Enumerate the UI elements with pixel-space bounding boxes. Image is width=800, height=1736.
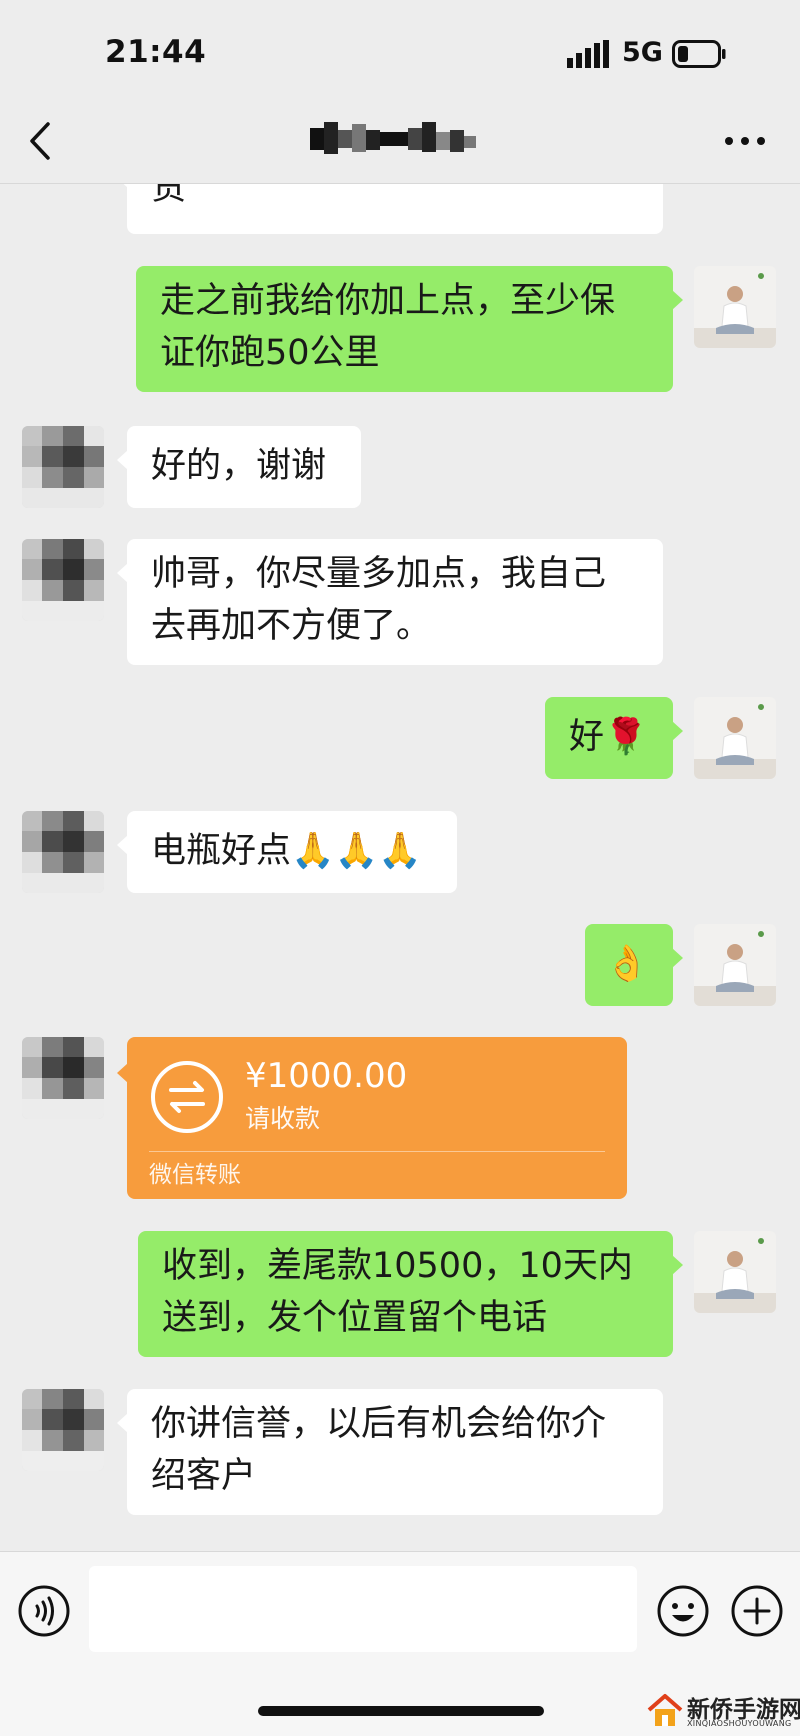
network-type: 5G — [622, 37, 663, 68]
watermark-subtext: XINQIAOSHOUYOUWANG — [687, 1719, 792, 1728]
emoji-icon[interactable] — [656, 1584, 710, 1638]
transfer-status: 请收款 — [245, 1104, 321, 1133]
battery-icon — [672, 40, 726, 68]
contact-avatar[interactable] — [22, 1389, 104, 1471]
message-bubble-outgoing[interactable]: 收到，差尾款10500，10天内送到，发个位置留个电话 — [138, 1231, 683, 1357]
message-bubble-outgoing[interactable]: 好🌹 — [545, 697, 683, 779]
message-bubble-outgoing[interactable]: 👌 — [585, 924, 683, 1006]
signal-icon — [567, 40, 609, 68]
contact-avatar[interactable] — [22, 1037, 104, 1119]
message-bubble-incoming[interactable]: 帅哥，你尽量多加点，我自己去再加不方便了。 — [117, 539, 663, 665]
back-icon[interactable] — [22, 118, 62, 164]
message-text: 好的，谢谢 — [151, 446, 327, 486]
message-bubble-incoming[interactable]: 电瓶好点🙏🙏🙏 — [117, 811, 457, 893]
transfer-label: 微信转账 — [149, 1162, 241, 1188]
message-list[interactable]: 货 走之前我给你加上点，至少保证你跑50公里 好的，谢谢 帅哥，你尽量多加点，我… — [0, 184, 800, 1551]
message-text: 货 — [151, 184, 187, 208]
message-text: 好🌹 — [569, 717, 648, 757]
my-avatar[interactable] — [694, 924, 776, 1006]
message-text: 你讲信誉，以后有机会给你介绍客户 — [151, 1404, 607, 1496]
house-logo-icon — [647, 1694, 683, 1726]
contact-name-pixelated — [310, 122, 476, 154]
transfer-card[interactable]: ¥1000.00 请收款 微信转账 — [117, 1037, 627, 1199]
contact-avatar[interactable] — [22, 539, 104, 621]
contact-avatar[interactable] — [22, 811, 104, 893]
my-avatar[interactable] — [694, 1231, 776, 1313]
message-text: 帅哥，你尽量多加点，我自己去再加不方便了。 — [151, 554, 607, 646]
message-text: 👌 — [605, 944, 649, 984]
home-indicator — [258, 1706, 544, 1716]
my-avatar[interactable] — [694, 697, 776, 779]
voice-icon[interactable] — [17, 1584, 71, 1638]
message-bubble-incoming[interactable]: 你讲信誉，以后有机会给你介绍客户 — [117, 1389, 663, 1515]
message-text: 电瓶好点🙏🙏🙏 — [151, 831, 422, 871]
transfer-amount: ¥1000.00 — [245, 1056, 408, 1096]
my-avatar[interactable] — [694, 266, 776, 348]
transfer-arrows-icon — [151, 1061, 223, 1133]
message-bubble-outgoing[interactable]: 走之前我给你加上点，至少保证你跑50公里 — [136, 266, 683, 392]
message-input[interactable] — [89, 1566, 637, 1652]
more-options-icon[interactable] — [722, 128, 768, 154]
divider — [149, 1151, 605, 1152]
message-bubble-incoming[interactable]: 货 — [117, 184, 663, 234]
message-text: 走之前我给你加上点，至少保证你跑50公里 — [160, 281, 616, 373]
watermark-logo: 新侨手游网 XINQIAOSHOUYOUWANG — [645, 1690, 800, 1732]
plus-icon[interactable] — [730, 1584, 784, 1638]
message-text: 收到，差尾款10500，10天内送到，发个位置留个电话 — [162, 1246, 633, 1338]
contact-avatar[interactable] — [22, 426, 104, 508]
message-bubble-incoming[interactable]: 好的，谢谢 — [117, 426, 361, 508]
status-time: 21:44 — [105, 34, 207, 70]
